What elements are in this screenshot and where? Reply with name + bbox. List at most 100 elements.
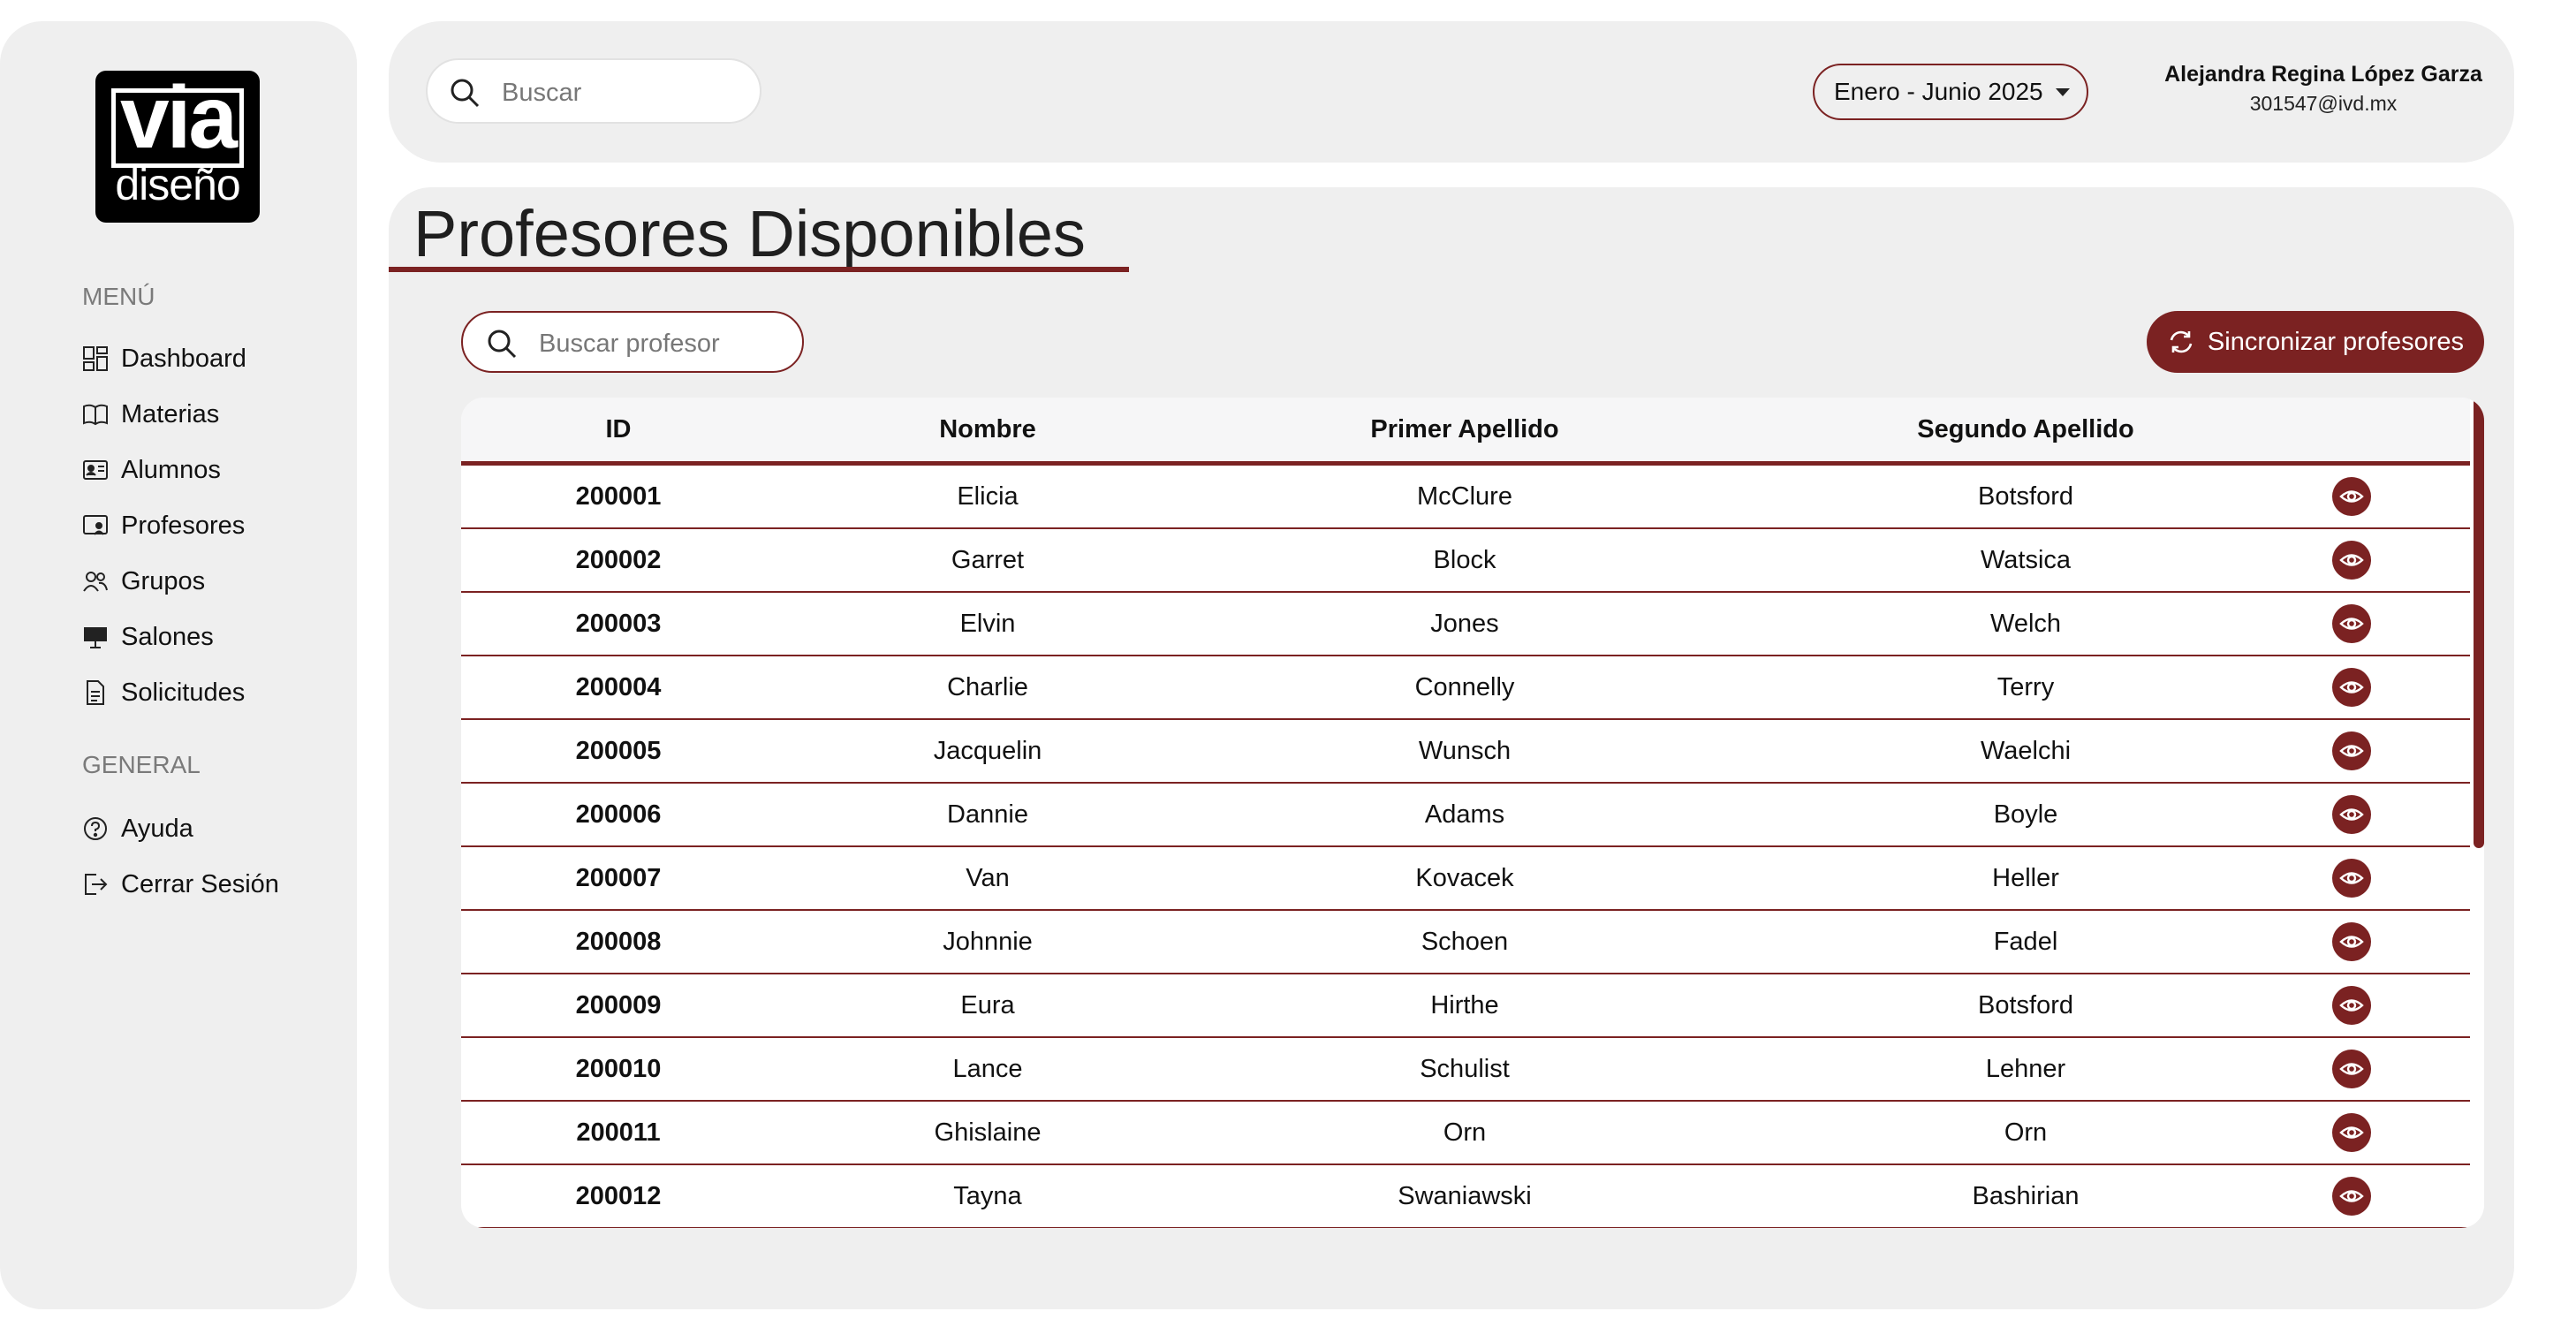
sidebar-item-dashboard[interactable]: Dashboard [82, 339, 246, 378]
general-section-label: GENERAL [82, 751, 201, 778]
table-row: 200001 Elicia McClure Botsford [461, 466, 2470, 529]
cell-id: 200011 [576, 1118, 661, 1147]
cell-nombre: Elicia [957, 482, 1019, 511]
cell-id: 200007 [575, 864, 662, 892]
sidebar-item-materias[interactable]: Materias [82, 395, 219, 434]
id-card-icon [82, 457, 109, 483]
cell-segundo-apellido: Heller [1992, 864, 2059, 892]
sidebar-item-profesores[interactable]: Profesores [82, 506, 245, 545]
view-professor-button[interactable] [2332, 795, 2371, 834]
cell-primer-apellido: Block [1433, 546, 1496, 574]
sidebar-item-grupos[interactable]: Grupos [82, 562, 205, 601]
cell-primer-apellido: Hirthe [1430, 991, 1499, 1019]
column-header-nombre[interactable]: Nombre [776, 398, 1200, 461]
professors-table: ID Nombre Primer Apellido Segundo Apelli… [461, 398, 2484, 1228]
period-select[interactable]: Enero - Junio 2025 [1813, 64, 2088, 120]
cell-nombre: Tayna [953, 1182, 1022, 1210]
sidebar-item-label: Ayuda [121, 814, 193, 843]
cell-primer-apellido: Schulist [1420, 1055, 1510, 1083]
cell-segundo-apellido: Welch [1989, 610, 2062, 638]
cell-primer-apellido: Kovacek [1415, 864, 1514, 892]
cell-id: 200002 [575, 546, 662, 574]
table-row: 200003 Elvin Jones Welch [461, 593, 2470, 656]
column-header-id[interactable]: ID [461, 398, 776, 461]
logo-text-diseno: diseño [115, 160, 240, 209]
cell-nombre: Van [966, 864, 1010, 892]
cell-nombre: Eura [960, 991, 1015, 1019]
search-icon [449, 77, 481, 113]
table-row: 200002 Garret Block Watsica [461, 529, 2470, 593]
cell-id: 200008 [575, 928, 662, 956]
sidebar-item-salones[interactable]: Salones [82, 618, 214, 656]
cell-primer-apellido: Swaniawski [1398, 1182, 1532, 1210]
table-row: 200007 Van Kovacek Heller [461, 847, 2470, 911]
cell-nombre: Lance [952, 1055, 1023, 1083]
view-professor-button[interactable] [2332, 986, 2371, 1025]
sidebar-item-label: Salones [121, 622, 214, 651]
table-row: 200004 Charlie Connelly Terry [461, 656, 2470, 720]
professor-search-input[interactable] [537, 325, 797, 362]
view-professor-button[interactable] [2332, 668, 2371, 707]
view-professor-button[interactable] [2332, 541, 2371, 580]
global-search-input[interactable] [500, 74, 751, 111]
view-professor-button[interactable] [2332, 859, 2371, 898]
cell-primer-apellido: Connelly [1414, 673, 1515, 701]
view-professor-button[interactable] [2332, 1177, 2371, 1216]
sync-icon [2167, 328, 2195, 356]
caret-down-icon [2055, 87, 2070, 96]
cell-segundo-apellido: Botsford [1978, 482, 2073, 511]
global-search[interactable] [426, 58, 761, 124]
cell-id: 200010 [575, 1055, 662, 1083]
view-professor-button[interactable] [2332, 922, 2371, 961]
view-professor-button[interactable] [2332, 731, 2371, 770]
sidebar-item-label: Solicitudes [121, 678, 246, 707]
cell-primer-apellido: Schoen [1421, 928, 1509, 956]
eye-icon [2339, 999, 2364, 1012]
eye-icon [2339, 681, 2364, 694]
sidebar-item-ayuda[interactable]: Ayuda [82, 809, 193, 848]
sidebar-item-label: Cerrar Sesión [121, 869, 279, 898]
professor-search[interactable] [461, 311, 804, 373]
logout-icon [82, 871, 109, 898]
eye-icon [2339, 1063, 2364, 1075]
cell-id: 200005 [575, 737, 662, 765]
cell-id: 200003 [575, 610, 662, 638]
users-icon [82, 568, 109, 595]
sidebar: via diseño MENÚ Dashboard Materias Alumn… [0, 21, 357, 1309]
sidebar-item-alumnos[interactable]: Alumnos [82, 451, 221, 489]
sidebar-item-cerrar-sesion[interactable]: Cerrar Sesión [82, 865, 279, 904]
menu-section-label: MENÚ [82, 283, 155, 310]
sidebar-item-solicitudes[interactable]: Solicitudes [82, 673, 245, 712]
column-header-primer-apellido[interactable]: Primer Apellido [1200, 398, 1730, 461]
cell-primer-apellido: Wunsch [1418, 737, 1512, 765]
cell-nombre: Elvin [959, 610, 1016, 638]
table-row: 200011 Ghislaine Orn Orn [461, 1102, 2470, 1165]
cell-id: 200012 [575, 1182, 662, 1210]
user-email: 301547@ivd.mx [2249, 92, 2398, 115]
search-icon [486, 328, 518, 364]
eye-icon [2339, 490, 2364, 503]
table-row: 200006 Dannie Adams Boyle [461, 784, 2470, 847]
via-diseno-logo[interactable]: via diseño [95, 71, 260, 223]
view-professor-button[interactable] [2332, 1050, 2371, 1088]
eye-icon [2339, 936, 2364, 948]
cell-nombre: Garret [951, 546, 1025, 574]
view-professor-button[interactable] [2332, 1113, 2371, 1152]
cell-segundo-apellido: Bashirian [1972, 1182, 2080, 1210]
table-row: 200010 Lance Schulist Lehner [461, 1038, 2470, 1102]
cell-nombre: Ghislaine [934, 1118, 1042, 1147]
table-row: 200008 Johnnie Schoen Fadel [461, 911, 2470, 974]
sync-professors-button[interactable]: Sincronizar profesores [2147, 311, 2484, 373]
sidebar-item-label: Grupos [121, 566, 206, 595]
cell-id: 200009 [575, 991, 662, 1019]
table-row: 200005 Jacquelin Wunsch Waelchi [461, 720, 2470, 784]
column-header-segundo-apellido[interactable]: Segundo Apellido [1730, 398, 2322, 461]
view-professor-button[interactable] [2332, 477, 2371, 516]
period-select-value: Enero - Junio 2025 [1834, 78, 2043, 105]
view-professor-button[interactable] [2332, 604, 2371, 643]
sidebar-item-label: Dashboard [121, 344, 246, 373]
cell-segundo-apellido: Botsford [1978, 991, 2073, 1019]
table-scrollbar[interactable] [2474, 398, 2484, 848]
book-icon [82, 401, 109, 428]
eye-icon [2339, 554, 2364, 566]
